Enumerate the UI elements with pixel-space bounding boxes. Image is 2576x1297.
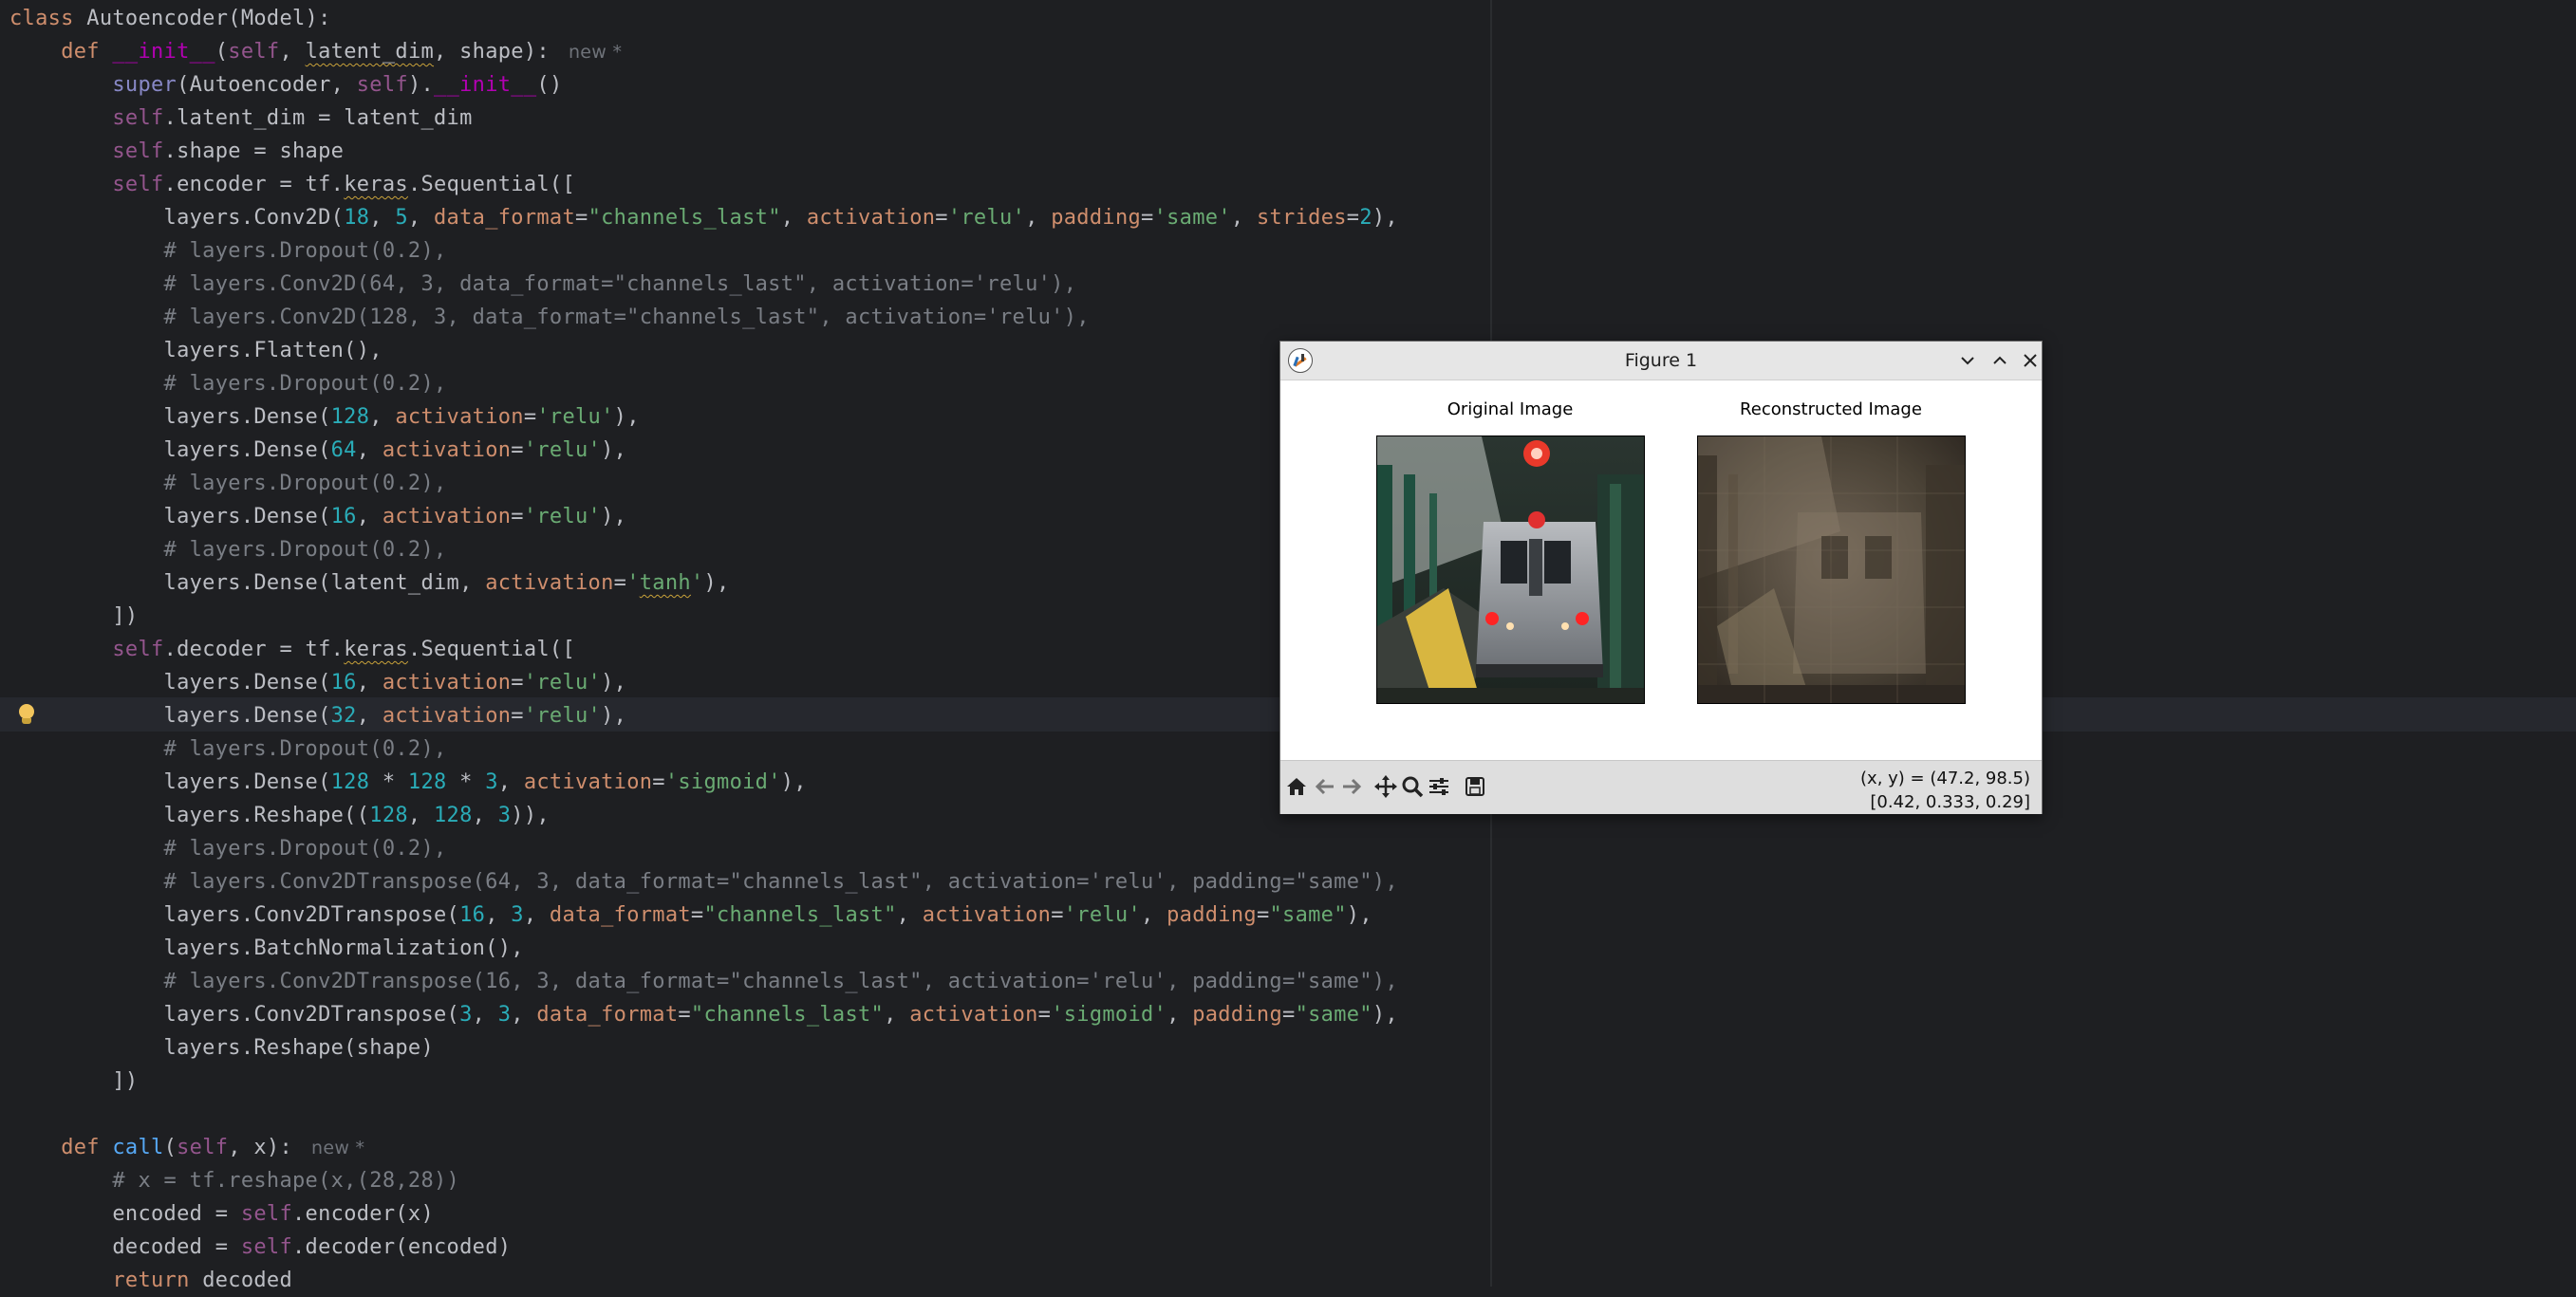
reconstructed-image [1697,435,1966,704]
code-line-17: # layers.Dropout(0.2), [163,538,447,562]
inlay-hint: new * [568,42,623,63]
code-line-32: layers.Reshape(shape) [163,1036,434,1060]
code-line-8: # layers.Dropout(0.2), [163,239,447,263]
code-line-38: decoded = self.decoder(encoded) [112,1235,512,1259]
code-line-7: layers.Conv2D(18, 5, data_format="channe… [163,206,1398,230]
code-line-23: # layers.Dropout(0.2), [163,737,447,761]
code-line-20: self.decoder = tf.keras.Sequential([ [112,638,576,661]
navigation-toolbar: (x, y) = (47.2, 98.5) [0.42, 0.333, 0.29… [1280,760,2042,814]
home-icon[interactable] [1284,774,1309,799]
subplot-title-reconstructed: Reconstructed Image [1740,399,1922,419]
code-line-27: # layers.Conv2DTranspose(64, 3, data_for… [163,870,1398,894]
forward-arrow-icon[interactable] [1339,774,1364,799]
configure-icon[interactable] [1427,774,1451,799]
matplotlib-figure-window[interactable]: Figure 1 Original Image Reconstructed Im… [1279,341,2043,814]
code-line-1: class Autoencoder(Model): [9,7,331,30]
code-line-35: def call(self, x): new * [61,1136,365,1159]
code-line-14: layers.Dense(64, activation='relu'), [163,438,627,462]
coords-pixel-value: [0.42, 0.333, 0.29] [1870,792,2030,812]
code-line-11: layers.Flatten(), [163,339,383,362]
code-line-2: def __init__(self, latent_dim, shape): ne… [61,40,623,64]
code-line-30: # layers.Conv2DTranspose(16, 3, data_for… [163,970,1398,993]
code-line-13: layers.Dense(128, activation='relu'), [163,405,640,429]
code-line-24: layers.Dense(128 * 128 * 3, activation='… [163,770,807,794]
pan-icon[interactable] [1373,774,1398,799]
code-line-15: # layers.Dropout(0.2), [163,472,447,495]
window-titlebar[interactable]: Figure 1 [1280,342,2042,380]
code-line-28: layers.Conv2DTranspose(16, 3, data_forma… [163,903,1372,927]
code-line-9: # layers.Conv2D(64, 3, data_format="chan… [163,272,1077,296]
back-arrow-icon[interactable] [1313,774,1337,799]
maximize-icon[interactable] [1987,347,2013,374]
code-line-6: self.encoder = tf.keras.Sequential([ [112,173,576,196]
close-icon[interactable] [2017,347,2044,374]
subplot-title-original: Original Image [1447,399,1574,419]
code-line-26: # layers.Dropout(0.2), [163,837,447,861]
code-line-12: # layers.Dropout(0.2), [163,372,447,396]
save-icon[interactable] [1463,774,1487,799]
zoom-icon[interactable] [1400,774,1425,799]
coords-xy: (x, y) = (47.2, 98.5) [1860,769,2030,788]
code-line-29: layers.BatchNormalization(), [163,936,524,960]
code-line-16: layers.Dense(16, activation='relu'), [163,505,627,528]
code-line-39: return decoded [112,1269,293,1292]
code-line-4: self.latent_dim = latent_dim [112,106,473,130]
inlay-hint: new * [311,1138,365,1158]
window-title: Figure 1 [1624,350,1698,371]
code-line-33: ]) [112,1069,139,1093]
cursor-coordinate-readout: (x, y) = (47.2, 98.5) [0.42, 0.333, 0.29… [1860,767,2030,814]
code-line-5: self.shape = shape [112,139,345,163]
code-line-25: layers.Reshape((128, 128, 3)), [163,804,550,827]
figure-canvas[interactable]: Original Image Reconstructed Image [1280,380,2042,760]
code-line-22: layers.Dense(32, activation='relu'), [163,704,627,728]
code-line-21: layers.Dense(16, activation='relu'), [163,671,627,695]
code-line-31: layers.Conv2DTranspose(3, 3, data_format… [163,1003,1398,1027]
code-line-10: # layers.Conv2D(128, 3, data_format="cha… [163,306,1090,329]
code-line-3: super(Autoencoder, self).__init__() [112,73,563,97]
original-image [1376,435,1645,704]
minimize-icon[interactable] [1954,347,1981,374]
code-line-37: encoded = self.encoder(x) [112,1202,435,1226]
code-line-18: layers.Dense(latent_dim, activation='tan… [163,571,730,595]
code-line-19: ]) [112,604,139,628]
code-line-36: # x = tf.reshape(x,(28,28)) [112,1169,460,1193]
